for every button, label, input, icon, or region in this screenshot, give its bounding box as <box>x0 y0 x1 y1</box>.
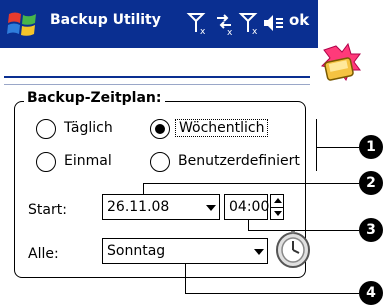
start-label: Start: <box>28 202 67 218</box>
radio-selected-dot <box>155 124 165 134</box>
windows-start-icon[interactable] <box>6 7 40 41</box>
start-date-value: 26.11.08 <box>107 199 170 215</box>
callout-1-bracket <box>316 119 317 171</box>
every-day-dropdown[interactable]: Sonntag <box>102 238 268 264</box>
spin-divider <box>271 207 283 208</box>
radio-weekly[interactable] <box>150 119 170 139</box>
app-title: Backup Utility <box>50 12 161 28</box>
header-divider <box>4 76 310 78</box>
spin-up-icon[interactable] <box>274 198 282 203</box>
header-subdivider <box>4 84 310 85</box>
start-time-value: 04:00 <box>229 199 270 215</box>
every-label: Alle: <box>28 246 59 262</box>
radio-once-label[interactable]: Einmal <box>64 153 112 169</box>
callout-3-line <box>248 230 359 231</box>
radio-daily-label[interactable]: Täglich <box>64 120 113 136</box>
radio-custom[interactable] <box>150 152 170 172</box>
chevron-down-icon[interactable] <box>206 205 216 211</box>
radio-custom-label[interactable]: Benutzerdefiniert <box>178 153 300 169</box>
callout-2-drop <box>143 183 144 195</box>
callout-1: 1 <box>359 135 383 159</box>
chevron-down-icon[interactable] <box>254 249 264 255</box>
clock-icon[interactable] <box>274 228 312 270</box>
svg-text:x: x <box>200 27 206 36</box>
backup-utility-logo-icon <box>320 42 361 82</box>
spin-down-icon[interactable] <box>274 211 282 216</box>
callout-4: 4 <box>359 281 383 305</box>
callout-1-line <box>317 147 359 148</box>
callout-4-drop <box>185 264 186 293</box>
svg-text:x: x <box>252 27 258 36</box>
every-day-value: Sonntag <box>107 243 166 259</box>
callout-2-line <box>143 183 359 184</box>
callout-2: 2 <box>359 171 383 195</box>
start-date-dropdown[interactable]: 26.11.08 <box>102 194 220 220</box>
radio-daily[interactable] <box>36 119 56 139</box>
svg-text:x: x <box>227 28 233 36</box>
time-spinner[interactable] <box>270 194 284 220</box>
radio-once[interactable] <box>36 152 56 172</box>
speaker-icon[interactable] <box>262 10 286 36</box>
ok-button[interactable]: ok <box>289 11 309 29</box>
phone-signal-icon[interactable]: x <box>238 10 260 36</box>
callout-4-line <box>185 293 359 294</box>
backup-schedule-title: Backup-Zeitplan: <box>24 90 165 106</box>
connectivity-icon[interactable]: x <box>213 10 235 36</box>
radio-weekly-label[interactable]: Wöchentlich <box>175 119 269 137</box>
start-time-field[interactable]: 04:00 <box>224 194 270 220</box>
callout-3: 3 <box>359 218 383 242</box>
signal-off-icon[interactable]: x <box>186 10 208 36</box>
callout-3-drop <box>248 220 249 230</box>
